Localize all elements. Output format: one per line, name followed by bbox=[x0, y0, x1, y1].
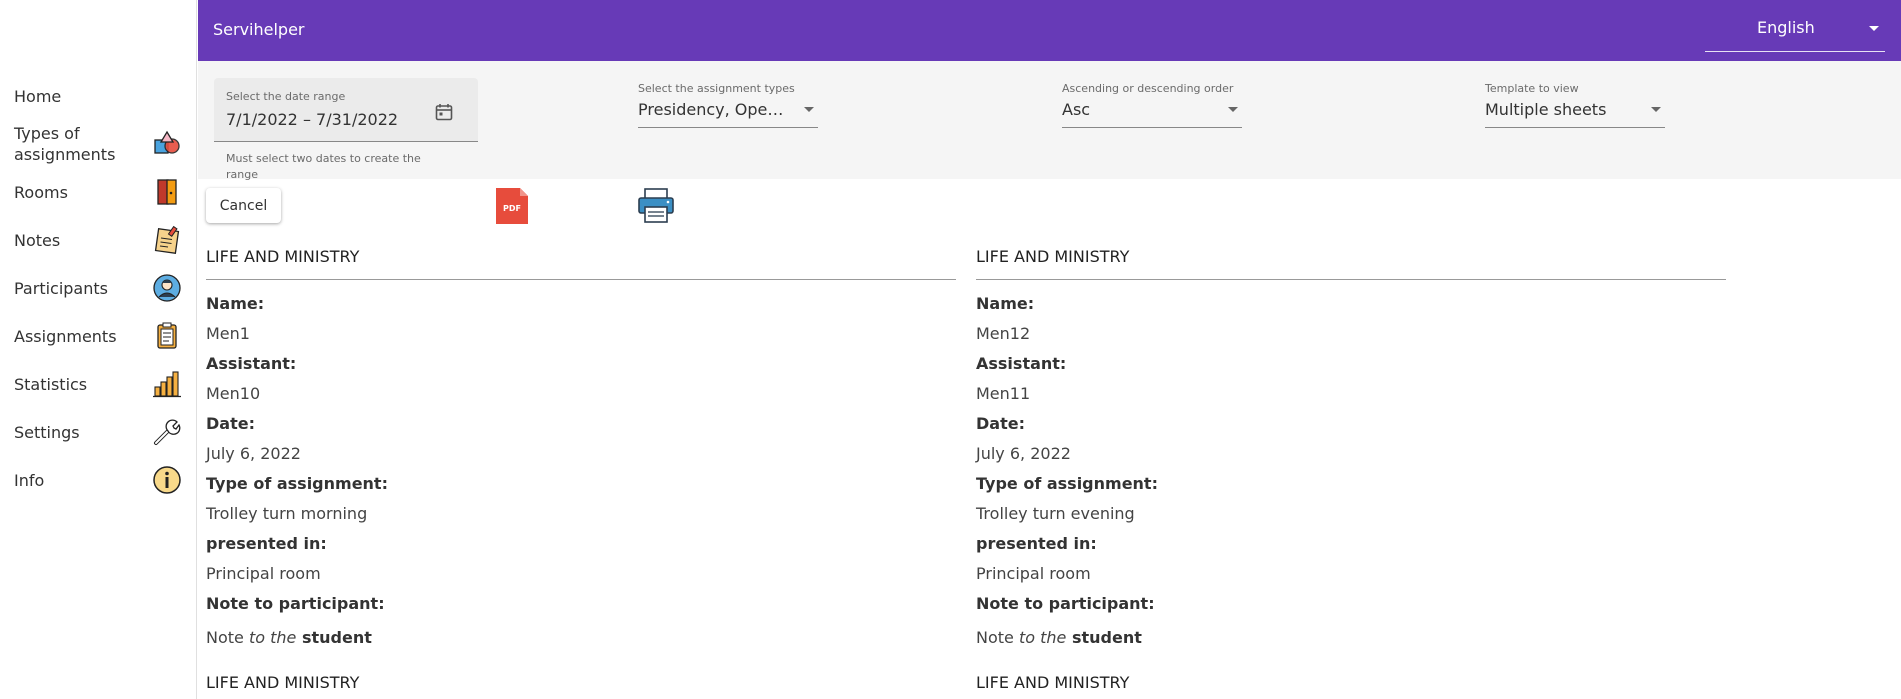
chevron-down-icon bbox=[804, 107, 814, 112]
room-label: presented in: bbox=[976, 534, 1097, 553]
assignment-sheet: LIFE AND MINISTRY Name: Men12 Assistant:… bbox=[976, 247, 1726, 649]
language-select-value: English bbox=[1757, 18, 1815, 37]
assignment-type-label: Type of assignment: bbox=[976, 474, 1158, 493]
divider bbox=[206, 279, 956, 280]
order-select[interactable]: Ascending or descending order Asc bbox=[1062, 78, 1242, 128]
assignment-type-value: Trolley turn evening bbox=[976, 504, 1135, 523]
sidebar-item-label: Assignments bbox=[14, 326, 117, 346]
note-text: Note bbox=[976, 628, 1019, 647]
name-value: Men12 bbox=[976, 324, 1031, 343]
person-icon bbox=[152, 273, 182, 303]
date-range-value: 7/1/2022 – 7/31/2022 bbox=[226, 110, 399, 129]
divider bbox=[976, 279, 1726, 280]
info-icon bbox=[152, 465, 182, 495]
assistant-label: Assistant: bbox=[206, 354, 297, 373]
sheet-title: LIFE AND MINISTRY bbox=[206, 673, 360, 692]
shapes-icon bbox=[152, 129, 182, 159]
app-title: Servihelper bbox=[213, 20, 305, 39]
date-value: July 6, 2022 bbox=[206, 444, 301, 463]
sidebar-item-label: Home bbox=[14, 86, 62, 106]
wrench-icon bbox=[152, 417, 182, 447]
note-label: Note to participant: bbox=[206, 594, 385, 613]
sidebar-item-participants[interactable]: Participants bbox=[0, 264, 196, 312]
sidebar-item-label: Info bbox=[14, 470, 45, 490]
template-select[interactable]: Template to view Multiple sheets bbox=[1485, 78, 1665, 128]
room-value: Principal room bbox=[976, 564, 1091, 583]
filters-panel: Select the date range 7/1/2022 – 7/31/20… bbox=[198, 61, 1901, 181]
sidebar-item-label: Settings bbox=[14, 422, 80, 442]
sidebar-item-settings[interactable]: Settings bbox=[0, 408, 196, 456]
name-label: Name: bbox=[206, 294, 265, 313]
assignment-type-value: Trolley turn morning bbox=[206, 504, 368, 523]
assistant-value: Men10 bbox=[206, 384, 261, 403]
chevron-down-icon bbox=[1228, 107, 1238, 112]
order-label: Ascending or descending order bbox=[1062, 82, 1234, 95]
sheet-title: LIFE AND MINISTRY bbox=[976, 673, 1130, 692]
sheet-title: LIFE AND MINISTRY bbox=[976, 247, 1130, 266]
assignment-type-label: Type of assignment: bbox=[206, 474, 388, 493]
sidebar: Home Types of assignments Rooms Notes Pa… bbox=[0, 0, 197, 699]
print-button[interactable] bbox=[636, 187, 676, 225]
sidebar-item-label: Participants bbox=[14, 278, 108, 298]
note-value: Note to the student bbox=[976, 627, 1726, 649]
printer-icon bbox=[638, 188, 674, 223]
sidebar-nav: Home Types of assignments Rooms Notes Pa… bbox=[0, 72, 196, 504]
note-text-italic: to the bbox=[1018, 628, 1067, 647]
sidebar-item-statistics[interactable]: Statistics bbox=[0, 360, 196, 408]
assignment-types-select[interactable]: Select the assignment types Presidency, … bbox=[638, 78, 818, 128]
sheet-title: LIFE AND MINISTRY bbox=[206, 247, 360, 266]
pdf-icon: PDF bbox=[496, 188, 528, 224]
assignment-types-label: Select the assignment types bbox=[638, 82, 795, 95]
date-label: Date: bbox=[976, 414, 1025, 433]
pdf-export-button[interactable]: PDF bbox=[494, 186, 530, 226]
clipboard-icon bbox=[152, 321, 182, 351]
bar-chart-icon bbox=[152, 369, 182, 399]
date-label: Date: bbox=[206, 414, 255, 433]
sidebar-item-notes[interactable]: Notes bbox=[0, 216, 196, 264]
app-header: Servihelper English bbox=[198, 0, 1901, 61]
sidebar-item-info[interactable]: Info bbox=[0, 456, 196, 504]
note-label: Note to participant: bbox=[976, 594, 1155, 613]
sidebar-item-home[interactable]: Home bbox=[0, 72, 196, 120]
sidebar-item-label: Statistics bbox=[14, 374, 88, 394]
assistant-label: Assistant: bbox=[976, 354, 1067, 373]
assignment-types-value: Presidency, Openin... bbox=[638, 100, 793, 119]
template-value: Multiple sheets bbox=[1485, 100, 1607, 119]
pdf-badge-text: PDF bbox=[503, 204, 521, 213]
assistant-value: Men11 bbox=[976, 384, 1031, 403]
calendar-icon[interactable] bbox=[434, 102, 454, 126]
assignment-sheet: LIFE AND MINISTRY Name: Men1 Assistant: … bbox=[206, 247, 956, 649]
room-value: Principal room bbox=[206, 564, 321, 583]
order-value: Asc bbox=[1062, 100, 1091, 119]
sidebar-item-types-of-assignments[interactable]: Types of assignments bbox=[0, 120, 196, 168]
note-text: Note bbox=[206, 628, 249, 647]
note-text-bold: student bbox=[1066, 628, 1142, 647]
cancel-button[interactable]: Cancel bbox=[206, 188, 281, 223]
name-label: Name: bbox=[976, 294, 1035, 313]
template-label: Template to view bbox=[1485, 82, 1579, 95]
date-range-hint: Must select two dates to create the rang… bbox=[226, 152, 421, 181]
note-text-bold: student bbox=[296, 628, 372, 647]
sidebar-item-label: Rooms bbox=[14, 182, 68, 202]
date-value: July 6, 2022 bbox=[976, 444, 1071, 463]
sidebar-item-rooms[interactable]: Rooms bbox=[0, 168, 196, 216]
sidebar-item-label: Types of assignments bbox=[14, 124, 116, 164]
date-range-label: Select the date range bbox=[226, 90, 346, 103]
door-icon bbox=[152, 177, 182, 207]
chevron-down-icon bbox=[1869, 26, 1879, 31]
language-select[interactable]: English bbox=[1705, 12, 1885, 52]
date-range-field[interactable]: Select the date range 7/1/2022 – 7/31/20… bbox=[214, 78, 478, 142]
sidebar-item-assignments[interactable]: Assignments bbox=[0, 312, 196, 360]
note-text-italic: to the bbox=[248, 628, 297, 647]
chevron-down-icon bbox=[1651, 107, 1661, 112]
sidebar-item-label: Notes bbox=[14, 230, 61, 250]
note-pad-icon bbox=[152, 225, 182, 255]
name-value: Men1 bbox=[206, 324, 250, 343]
note-value: Note to the student bbox=[206, 627, 956, 649]
room-label: presented in: bbox=[206, 534, 327, 553]
